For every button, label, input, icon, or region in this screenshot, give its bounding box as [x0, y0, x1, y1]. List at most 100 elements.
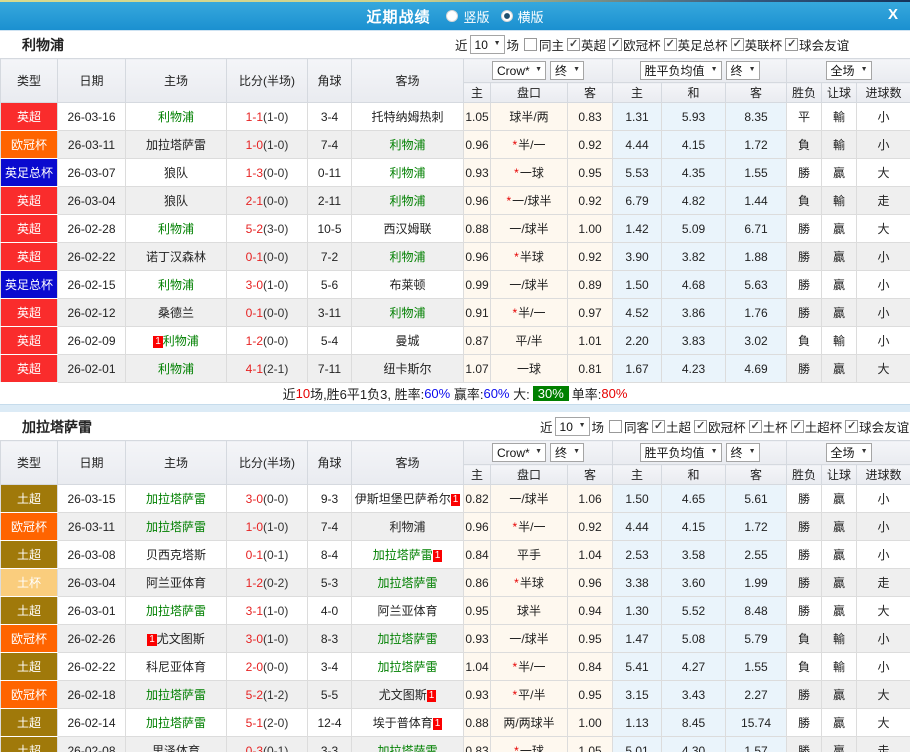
- home-odds: 0.96: [464, 513, 491, 541]
- mean-select[interactable]: 胜平负均值: [640, 443, 722, 462]
- score: 2-1(0-0): [227, 187, 308, 215]
- match-row: 欧冠杯26-02-261尤文图斯3-0(1-0)8-3加拉塔萨雷0.93一/球半…: [1, 625, 910, 653]
- same-venue-label: 同主: [539, 35, 564, 54]
- handicap-star: *: [514, 166, 519, 180]
- handicap: *半/一: [491, 131, 568, 159]
- match-row: 土超26-02-08里泽体育0-3(0-1)3-3加拉塔萨雷0.83*一球1.0…: [1, 737, 910, 752]
- horizontal-layout-radio[interactable]: [501, 10, 513, 22]
- odds-company-select[interactable]: Crow*: [492, 61, 546, 80]
- odds-company-select[interactable]: Crow*: [492, 443, 546, 462]
- league-filter-label: 英足总杯: [678, 35, 728, 54]
- league-filter-label: 土杯: [763, 417, 788, 436]
- league-filter-checkbox[interactable]: [609, 38, 622, 51]
- mean-away: 6.71: [726, 215, 787, 243]
- league-filter-checkbox[interactable]: [791, 420, 804, 433]
- league-filter[interactable]: 英足总杯: [661, 35, 728, 54]
- league-filter[interactable]: 球会友谊: [842, 417, 909, 436]
- home-team-name: 加拉塔萨雷: [146, 138, 206, 152]
- summary-part: 大:: [510, 384, 530, 403]
- league-filter[interactable]: 土杯: [746, 417, 788, 436]
- col-result-handicap: 让球: [822, 83, 857, 103]
- match-date: 26-03-07: [58, 159, 126, 187]
- match-row: 英超26-02-01利物浦4-1(2-1)7-11纽卡斯尔1.07一球0.811…: [1, 355, 910, 383]
- mean-draw: 4.68: [662, 271, 726, 299]
- mean-home: 1.30: [613, 597, 662, 625]
- league-filter-checkbox[interactable]: [785, 38, 798, 51]
- handicap-star: *: [506, 194, 511, 208]
- league-filter[interactable]: 土超杯: [788, 417, 843, 436]
- recent-count-select[interactable]: 10: [470, 35, 505, 54]
- league-filter[interactable]: 球会友谊: [782, 35, 849, 54]
- league-filter-checkbox[interactable]: [749, 420, 762, 433]
- league-filter-label: 土超: [666, 417, 691, 436]
- match-date: 26-02-22: [58, 243, 126, 271]
- odds-final-select[interactable]: 终: [550, 443, 584, 462]
- result-wdl: 勝: [787, 541, 822, 569]
- vertical-layout-label[interactable]: 竖版: [463, 7, 489, 26]
- away-team: 利物浦: [352, 131, 464, 159]
- mean-final-select[interactable]: 终: [726, 61, 760, 80]
- league-filter[interactable]: 欧冠杯: [606, 35, 661, 54]
- same-venue-checkbox[interactable]: [524, 38, 537, 51]
- col-away: 客场: [352, 59, 464, 103]
- same-venue-filter[interactable]: 同客: [604, 417, 649, 436]
- match-date: 26-02-14: [58, 709, 126, 737]
- league-filter[interactable]: 土超: [649, 417, 691, 436]
- result-goals: 小: [857, 485, 910, 513]
- away-team-name: 托特纳姆热刺: [371, 110, 443, 124]
- fulltime-score: 3-0: [246, 492, 263, 506]
- match-row: 英足总杯26-03-07狼队1-3(0-0)0-11利物浦0.93*一球0.95…: [1, 159, 910, 187]
- dialog-title: 近期战绩: [366, 6, 430, 27]
- home-odds: 1.07: [464, 355, 491, 383]
- away-team: 利物浦: [352, 513, 464, 541]
- league-filter[interactable]: 英超: [564, 35, 606, 54]
- halftime-score: (1-2): [263, 688, 288, 702]
- handicap: 平手: [491, 541, 568, 569]
- horizontal-layout-label[interactable]: 横版: [518, 7, 544, 26]
- close-icon[interactable]: X: [888, 6, 898, 23]
- mean-select[interactable]: 胜平负均值: [640, 61, 722, 80]
- home-team-name: 狼队: [164, 166, 188, 180]
- red-card-badge: 1: [147, 634, 157, 646]
- away-team-name: 伊斯坦堡巴萨希尔: [355, 492, 451, 506]
- away-team-name: 利物浦: [389, 166, 425, 180]
- same-venue-checkbox[interactable]: [609, 420, 622, 433]
- away-team: 加拉塔萨雷: [352, 569, 464, 597]
- score: 5-2(1-2): [227, 681, 308, 709]
- league-filter-checkbox[interactable]: [694, 420, 707, 433]
- mean-home: 4.44: [613, 131, 662, 159]
- vertical-layout-radio[interactable]: [446, 10, 458, 22]
- mean-draw: 8.45: [662, 709, 726, 737]
- fullmatch-select[interactable]: 全场: [826, 443, 872, 462]
- odds-final-select[interactable]: 终: [550, 61, 584, 80]
- home-team: 加拉塔萨雷: [126, 681, 227, 709]
- result-goals: 小: [857, 103, 910, 131]
- recent-count-select[interactable]: 10: [555, 417, 590, 436]
- league-filters: 土超欧冠杯土杯土超杯球会友谊: [649, 417, 909, 436]
- corners: 3-4: [308, 653, 352, 681]
- col-score: 比分(半场): [227, 59, 308, 103]
- away-team-name: 加拉塔萨雷: [373, 548, 433, 562]
- match-row: 英超26-02-091利物浦1-2(0-0)5-4曼城0.87平/半1.012.…: [1, 327, 910, 355]
- mean-away: 1.44: [726, 187, 787, 215]
- league-filter-checkbox[interactable]: [731, 38, 744, 51]
- league-filter-checkbox[interactable]: [567, 38, 580, 51]
- same-venue-filter[interactable]: 同主: [519, 35, 564, 54]
- league-filter-label: 欧冠杯: [623, 35, 661, 54]
- corners: 4-0: [308, 597, 352, 625]
- league-filter[interactable]: 英联杯: [728, 35, 783, 54]
- league-filter-checkbox[interactable]: [845, 420, 858, 433]
- col-type: 类型: [1, 59, 58, 103]
- team-name: 加拉塔萨雷: [22, 417, 92, 437]
- away-team-name: 布莱顿: [389, 278, 425, 292]
- halftime-score: (1-0): [263, 110, 288, 124]
- league-filter[interactable]: 欧冠杯: [691, 417, 746, 436]
- home-team: 狼队: [126, 187, 227, 215]
- away-team: 纽卡斯尔: [352, 355, 464, 383]
- league-filter-checkbox[interactable]: [652, 420, 665, 433]
- away-team-name: 利物浦: [389, 194, 425, 208]
- mean-final-select[interactable]: 终: [726, 443, 760, 462]
- result-handicap: 輸: [822, 327, 857, 355]
- fullmatch-select[interactable]: 全场: [826, 61, 872, 80]
- league-filter-checkbox[interactable]: [664, 38, 677, 51]
